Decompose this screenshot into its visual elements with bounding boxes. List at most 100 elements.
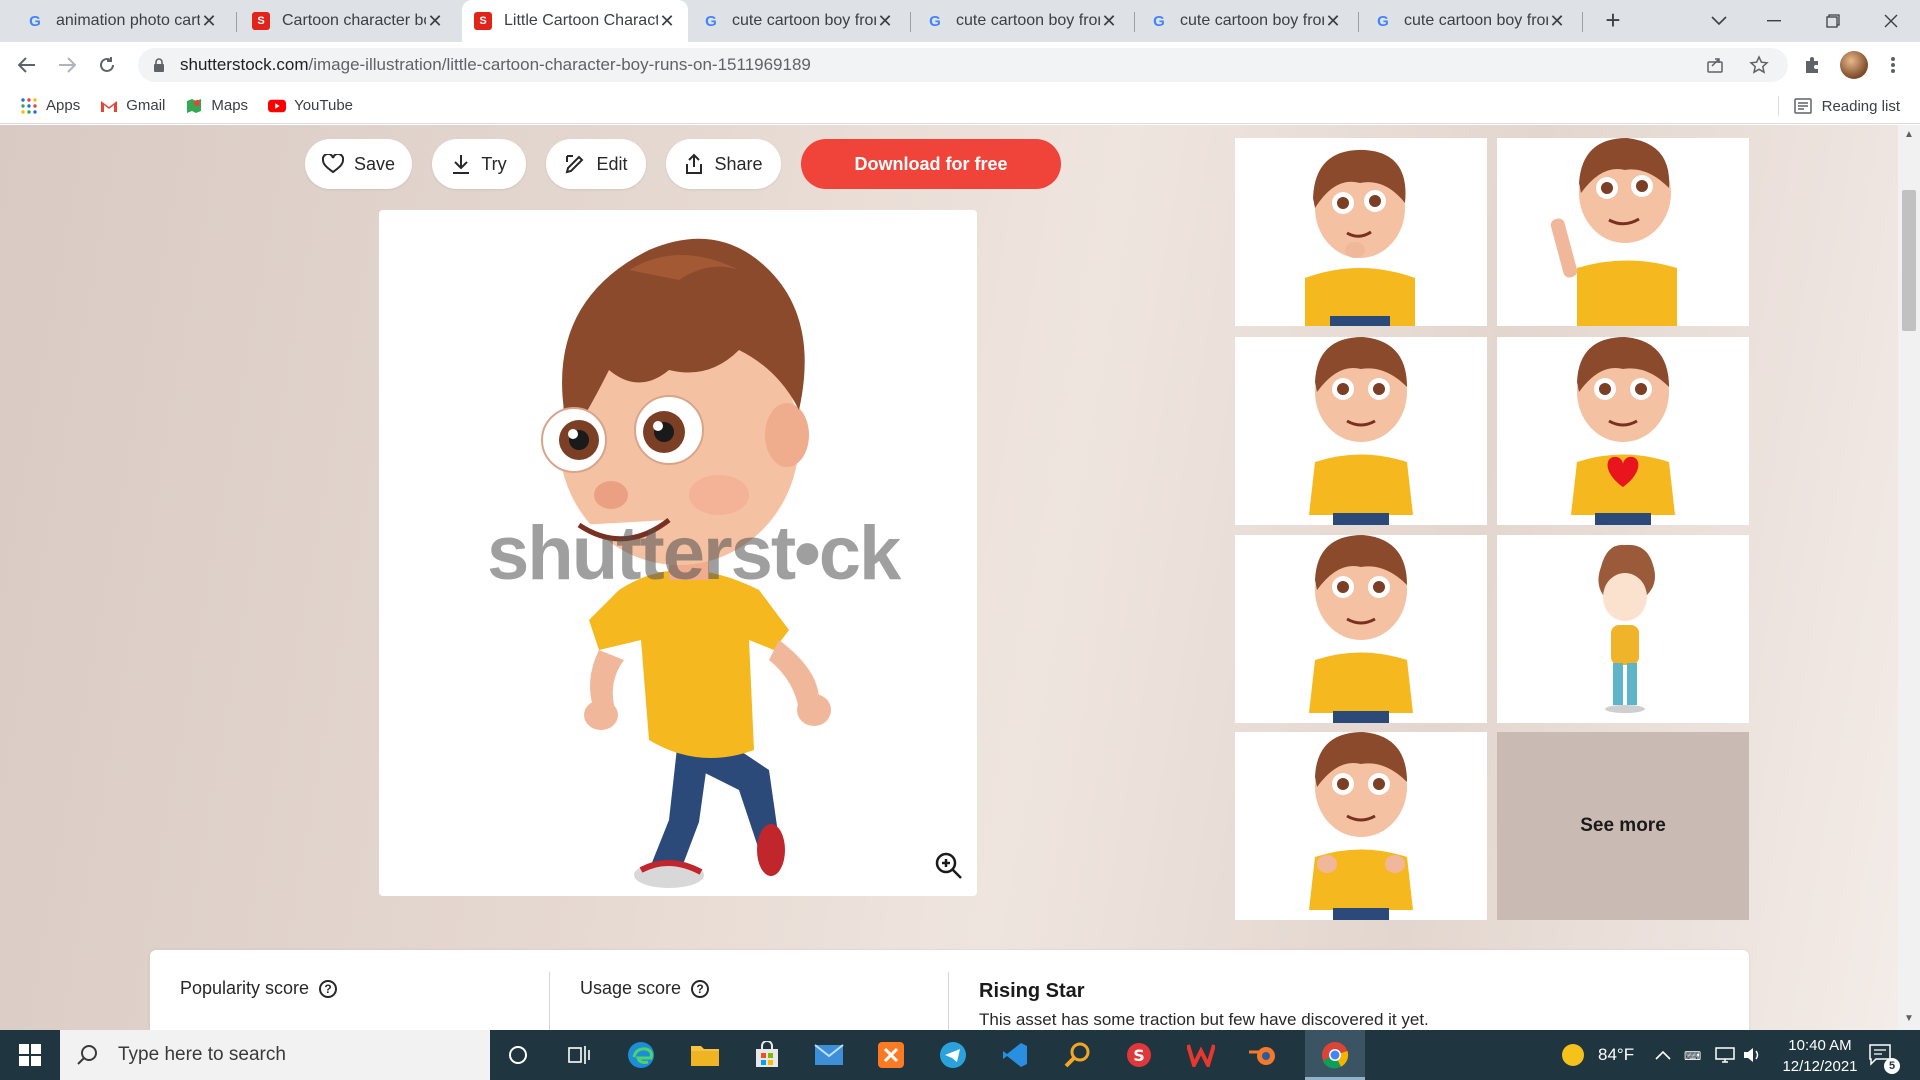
network-icon[interactable] (1714, 1030, 1736, 1080)
popularity-score: Popularity score ? (180, 978, 338, 999)
scroll-up-arrow-icon[interactable]: ▲ (1903, 129, 1915, 141)
forward-button[interactable] (52, 50, 82, 80)
new-tab-button[interactable]: + (1598, 6, 1628, 36)
browser-toolbar: shutterstock.com/image-illustration/litt… (0, 42, 1920, 88)
mail-icon[interactable] (811, 1037, 847, 1073)
chrome-icon[interactable] (1317, 1037, 1353, 1073)
restore-button[interactable] (1804, 0, 1862, 42)
arrow-left-icon (18, 57, 35, 73)
tab-little-cartoon-character[interactable]: S Little Cartoon Charact ✕ (462, 0, 688, 42)
youtube-icon (268, 97, 287, 115)
wps-office-icon[interactable] (1183, 1037, 1219, 1073)
system-clock[interactable]: 10:40 AM 12/12/2021 (1770, 1035, 1870, 1077)
related-thumbnail[interactable] (1235, 535, 1487, 723)
bookmark-maps[interactable]: Maps (185, 97, 248, 115)
close-icon[interactable]: ✕ (200, 11, 218, 32)
minimize-button[interactable] (1745, 0, 1803, 42)
close-icon[interactable]: ✕ (1548, 11, 1566, 32)
bookmark-gmail[interactable]: Gmail (100, 97, 165, 115)
edge-icon[interactable] (623, 1037, 659, 1073)
download-arrow-icon (453, 155, 470, 174)
bookmark-star-icon[interactable] (1748, 54, 1770, 76)
related-thumbnail[interactable] (1235, 732, 1487, 920)
edit-button[interactable]: Edit (546, 139, 646, 189)
thumbnail-boy-standing (1309, 535, 1413, 723)
bookmark-label: Apps (46, 97, 81, 114)
tab-cute-cartoon-boy-3[interactable]: G cute cartoon boy fron ✕ (1138, 0, 1354, 42)
reading-list-button[interactable]: Reading list (1793, 88, 1900, 124)
address-bar[interactable]: shutterstock.com/image-illustration/litt… (138, 48, 1788, 82)
cortana-icon[interactable] (500, 1037, 536, 1073)
try-button[interactable]: Try (432, 139, 526, 189)
divider (549, 972, 550, 1030)
tab-separator (1582, 12, 1583, 32)
tab-cute-cartoon-boy-4[interactable]: G cute cartoon boy fron ✕ (1362, 0, 1578, 42)
edit-icon (566, 155, 584, 174)
start-button[interactable] (0, 1030, 60, 1080)
minimize-icon (1767, 20, 1781, 22)
related-thumbnail[interactable] (1497, 535, 1749, 723)
help-icon[interactable]: ? (691, 979, 710, 998)
reload-button[interactable] (92, 50, 122, 80)
search-app-icon[interactable] (1059, 1037, 1095, 1073)
url-text: shutterstock.com/image-illustration/litt… (180, 55, 811, 75)
close-icon[interactable]: ✕ (426, 11, 444, 32)
extensions-button[interactable] (1799, 52, 1825, 78)
tab-cute-cartoon-boy-2[interactable]: G cute cartoon boy fron ✕ (914, 0, 1130, 42)
bookmark-youtube[interactable]: YouTube (268, 97, 353, 115)
scroll-thumb[interactable] (1902, 190, 1916, 331)
tab-animation-photo[interactable]: G animation photo carto ✕ (14, 0, 230, 42)
tab-cute-cartoon-boy-1[interactable]: G cute cartoon boy fron ✕ (690, 0, 906, 42)
chevron-down-icon (1711, 16, 1727, 26)
blender-icon[interactable] (1245, 1037, 1281, 1073)
taskbar-search[interactable]: Type here to search (60, 1030, 490, 1080)
share-page-icon[interactable] (1704, 54, 1726, 76)
volume-icon[interactable] (1742, 1030, 1762, 1080)
lock-icon (154, 58, 164, 72)
tab-cartoon-character[interactable]: S Cartoon character bo ✕ (240, 0, 456, 42)
bookmark-apps[interactable]: Apps (20, 97, 80, 115)
chrome-menu-button[interactable] (1880, 52, 1906, 78)
main-preview-image[interactable]: shutterst•ck (379, 210, 977, 896)
page-scrollbar[interactable]: ▲ ▼ (1898, 125, 1920, 1030)
help-icon[interactable]: ? (319, 979, 338, 998)
close-icon[interactable]: ✕ (1324, 11, 1342, 32)
see-more-button[interactable]: See more (1497, 732, 1749, 920)
store-icon[interactable] (749, 1037, 785, 1073)
scroll-down-arrow-icon[interactable]: ▼ (1903, 1013, 1915, 1025)
tab-search-button[interactable] (1690, 0, 1748, 42)
xampp-icon[interactable] (873, 1037, 909, 1073)
telegram-icon[interactable] (935, 1037, 971, 1073)
thumbnail-boy-heart (1571, 337, 1675, 525)
file-explorer-icon[interactable] (687, 1037, 723, 1073)
weather-widget[interactable]: 84°F (1560, 1030, 1634, 1080)
related-thumbnail[interactable] (1235, 138, 1487, 326)
download-button[interactable]: Download for free (801, 139, 1061, 189)
close-icon[interactable]: ✕ (658, 11, 676, 32)
google-icon: G (1377, 12, 1389, 30)
language-icon[interactable]: ⌨ (1684, 1030, 1706, 1080)
profile-avatar[interactable] (1840, 51, 1868, 79)
usage-score-label: Usage score (580, 978, 682, 998)
sun-icon (1562, 1044, 1584, 1066)
sublime-icon[interactable]: S (1121, 1037, 1157, 1073)
close-window-button[interactable] (1862, 0, 1920, 42)
shutterstock-icon: S (474, 12, 492, 30)
save-button[interactable]: Save (305, 139, 412, 189)
close-icon[interactable]: ✕ (1100, 11, 1118, 32)
notification-count-badge: 5 (1884, 1058, 1900, 1074)
restore-icon (1826, 14, 1840, 28)
close-icon[interactable]: ✕ (876, 11, 894, 32)
related-thumbnail[interactable] (1497, 138, 1749, 326)
related-thumbnail[interactable] (1235, 337, 1487, 525)
task-view-icon[interactable] (561, 1037, 597, 1073)
google-icon: G (929, 12, 941, 30)
notification-center[interactable]: 5 (1868, 1030, 1900, 1080)
zoom-in-icon[interactable] (933, 850, 965, 882)
show-hidden-icons[interactable] (1655, 1030, 1671, 1080)
share-button[interactable]: Share (666, 139, 781, 189)
svg-text:S: S (1133, 1046, 1145, 1065)
related-thumbnail[interactable] (1497, 337, 1749, 525)
back-button[interactable] (12, 50, 42, 80)
vscode-icon[interactable] (997, 1037, 1033, 1073)
